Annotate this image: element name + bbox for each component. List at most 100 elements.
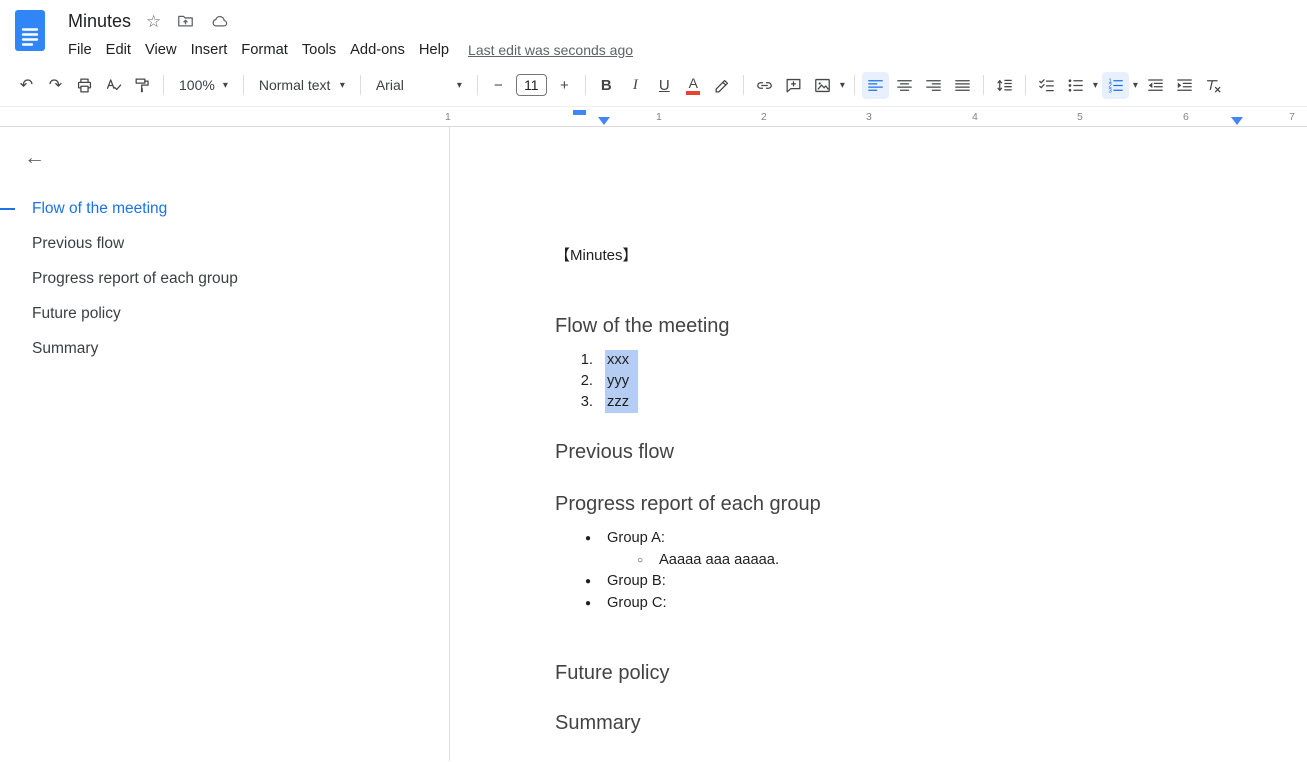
align-center-icon [895,76,914,95]
doc-heading-flow[interactable]: Flow of the meeting [555,313,1307,339]
decrease-indent-button[interactable] [1142,72,1169,99]
list-item[interactable]: 1. xxx [555,350,1307,371]
italic-button[interactable]: I [622,72,649,99]
document-page[interactable]: 【Minutes】 Flow of the meeting 1. xxx 2. … [450,127,1307,761]
toolbar-separator [243,75,244,95]
justify-button[interactable] [949,72,976,99]
bold-button[interactable]: B [593,72,620,99]
list-item[interactable]: 3. zzz [555,392,1307,413]
selected-text[interactable]: yyy [605,371,638,392]
zoom-value: 100% [179,77,215,93]
paint-format-button[interactable] [129,72,156,99]
align-right-button[interactable] [920,72,947,99]
minus-icon: − [494,77,503,94]
right-indent-marker[interactable] [1231,117,1243,125]
checklist-button[interactable] [1033,72,1060,99]
paragraph-style-select[interactable]: Normal text ▾ [250,72,354,99]
menu-tools[interactable]: Tools [295,39,343,61]
numbered-list-caret[interactable]: ▾ [1130,80,1141,91]
svg-text:3: 3 [1108,87,1112,94]
image-dropdown-caret[interactable]: ▾ [837,80,848,91]
font-value: Arial [376,77,404,93]
numbered-list: 1. xxx 2. yyy 3. zzz [555,350,1307,413]
align-left-button[interactable] [862,72,889,99]
move-button[interactable] [176,12,195,31]
highlight-color-button[interactable] [709,72,736,99]
outline-item-future-policy[interactable]: Future policy [0,296,449,331]
increase-font-size-button[interactable]: + [551,72,578,99]
list-item[interactable]: ● Group B: [555,571,1307,593]
paragraph-style-value: Normal text [259,77,331,93]
font-select[interactable]: Arial ▾ [367,72,471,99]
bulleted-list-caret[interactable]: ▾ [1090,80,1101,91]
selected-text[interactable]: xxx [605,350,638,371]
list-text[interactable]: Group A: [607,528,665,550]
outline-item-previous-flow[interactable]: Previous flow [0,226,449,261]
menu-format[interactable]: Format [234,39,295,61]
line-spacing-button[interactable] [991,72,1018,99]
doc-heading-previous[interactable]: Previous flow [555,439,1307,465]
outline-item-summary[interactable]: Summary [0,331,449,366]
left-indent-marker[interactable] [598,117,610,125]
bullet-icon: ● [581,528,595,550]
insert-image-group: ▾ [808,72,848,99]
numbered-list-button[interactable]: 123 [1102,72,1129,99]
menu-file[interactable]: File [61,39,99,61]
docs-logo[interactable] [15,10,45,56]
document-status-button[interactable] [210,12,229,31]
list-text[interactable]: Group C: [607,593,667,615]
menu-addons[interactable]: Add-ons [343,39,412,61]
doc-paragraph-title[interactable]: 【Minutes】 [555,247,1307,265]
ruler-mark: 4 [972,111,978,123]
list-item[interactable]: ● Group C: [555,593,1307,615]
outline-item-progress-report[interactable]: Progress report of each group [0,261,449,296]
menubar: File Edit View Insert Format Tools Add-o… [61,38,633,62]
doc-heading-summary[interactable]: Summary [555,710,1307,736]
bullet-icon: ● [581,571,595,593]
menu-edit[interactable]: Edit [99,39,138,61]
list-text[interactable]: Aaaaa aaa aaaaa. [659,550,779,572]
close-outline-button[interactable]: ← [24,145,54,171]
paint-format-icon [133,76,152,95]
document-title[interactable]: Minutes [68,11,131,32]
doc-heading-progress[interactable]: Progress report of each group [555,491,1307,517]
last-edit-link[interactable]: Last edit was seconds ago [468,42,633,58]
menu-insert[interactable]: Insert [184,39,235,61]
toolbar-separator [585,75,586,95]
ruler-mark: 7 [1289,111,1295,123]
star-icon[interactable]: ☆ [146,13,161,30]
menu-view[interactable]: View [138,39,184,61]
insert-comment-button[interactable] [780,72,807,99]
move-folder-icon [176,12,195,31]
list-text[interactable]: Group B: [607,571,666,593]
redo-button[interactable]: ↷ [42,72,69,99]
doc-heading-future[interactable]: Future policy [555,660,1307,686]
outline-panel: ← Flow of the meeting Previous flow Prog… [0,127,450,761]
list-item[interactable]: ○ Aaaaa aaa aaaaa. [555,550,1307,572]
underline-icon: U [659,77,670,94]
increase-indent-button[interactable] [1171,72,1198,99]
list-item[interactable]: ● Group A: [555,528,1307,550]
menu-help[interactable]: Help [412,39,456,61]
list-item[interactable]: 2. yyy [555,371,1307,392]
decrease-font-size-button[interactable]: − [485,72,512,99]
bulleted-list-button[interactable] [1062,72,1089,99]
font-size-input[interactable]: 11 [516,74,547,96]
insert-image-button[interactable] [809,72,836,99]
content-area: ← Flow of the meeting Previous flow Prog… [0,127,1307,761]
zoom-select[interactable]: 100% ▾ [170,72,237,99]
ruler[interactable]: 1 1 2 3 4 5 6 7 [0,106,1307,127]
first-line-indent-marker[interactable] [573,110,586,115]
align-center-button[interactable] [891,72,918,99]
text-color-button[interactable]: A [680,72,707,99]
clear-formatting-button[interactable] [1200,72,1227,99]
spellcheck-button[interactable] [100,72,127,99]
print-icon [75,76,94,95]
docs-logo-icon [15,10,45,51]
outline-item-flow-of-the-meeting[interactable]: Flow of the meeting [0,191,449,226]
underline-button[interactable]: U [651,72,678,99]
selected-text[interactable]: zzz [605,392,638,413]
insert-link-button[interactable] [751,72,778,99]
print-button[interactable] [71,72,98,99]
undo-button[interactable]: ↶ [13,72,40,99]
